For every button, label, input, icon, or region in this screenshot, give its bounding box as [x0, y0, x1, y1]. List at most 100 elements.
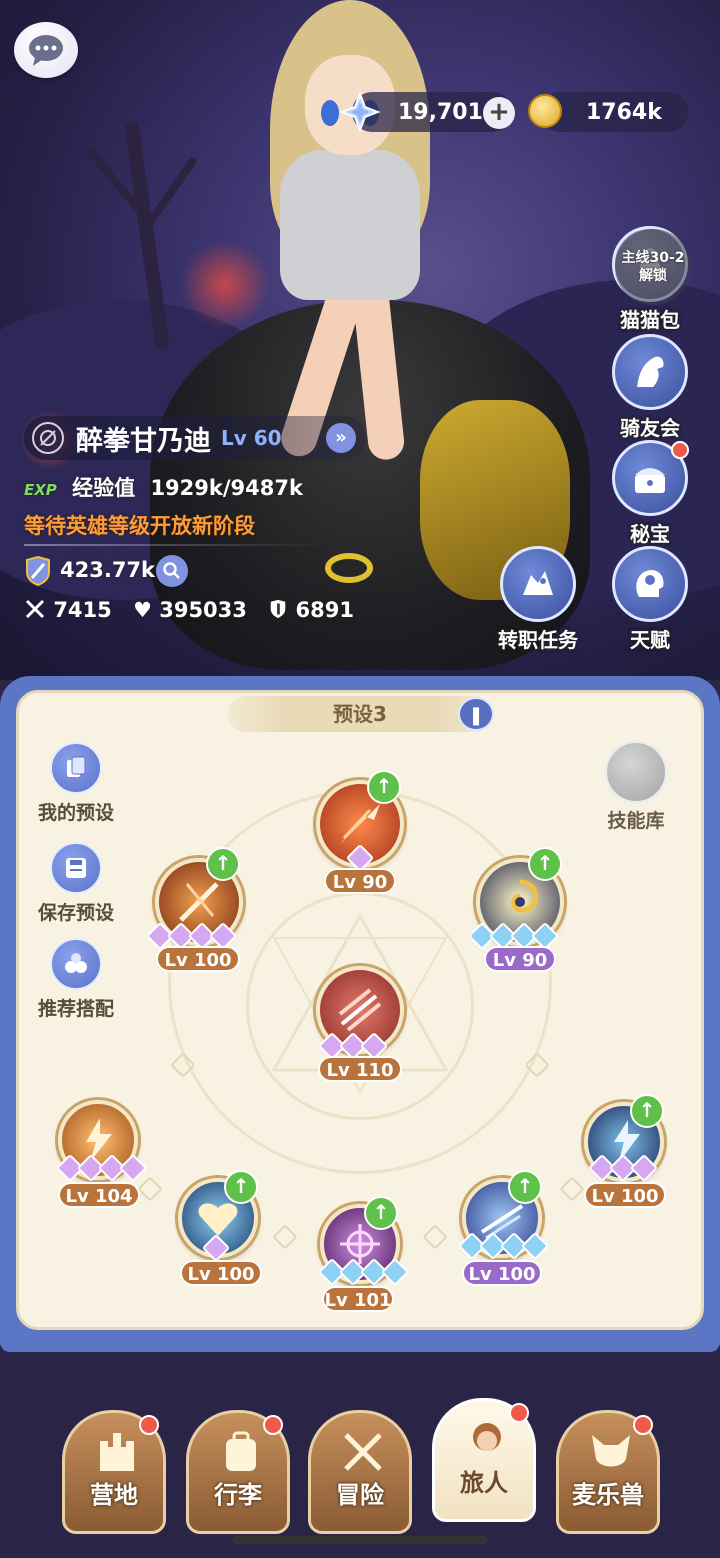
skill-level: Lv 100 [462, 1260, 542, 1286]
gold-counter: 1764k [540, 92, 688, 132]
skill-level: Lv 110 [318, 1056, 402, 1082]
chat-button[interactable] [14, 22, 78, 78]
skill-level: Lv 100 [156, 946, 240, 972]
home-indicator[interactable] [232, 1536, 488, 1544]
recommended-setup-button[interactable]: 推荐搭配 [30, 938, 122, 1021]
book-icon: ❚ [468, 705, 484, 726]
vortex-icon [511, 879, 538, 913]
treasure-chest-icon [635, 468, 665, 493]
side-menu-label: 秘宝 [630, 522, 670, 546]
brain-head-icon [636, 570, 664, 597]
backpack-icon [226, 1431, 256, 1471]
hero-name-plate: 醉拳甘乃迪 Lv 60 [24, 416, 366, 460]
hero-name: 醉拳甘乃迪 [76, 425, 211, 457]
notification-dot [671, 441, 689, 459]
skill-stars [317, 1031, 389, 1061]
bottom-navigation: 营地 行李 冒险 旅人 麦乐兽 [0, 1390, 720, 1558]
skill-level: Lv 104 [58, 1182, 140, 1208]
side-menu-label: 骑友会 [620, 416, 680, 440]
add-gems-button[interactable]: + [483, 97, 515, 129]
job-quest-label: 转职任务 [498, 628, 578, 652]
skill-stars [317, 1257, 410, 1287]
gear-combo-icon [65, 953, 87, 973]
castle-icon [100, 1433, 134, 1471]
crossed-swords-icon [344, 1433, 382, 1471]
unlock-hint: 主线30-2 解锁 [615, 229, 691, 305]
skill-level: Lv 100 [180, 1260, 262, 1286]
side-menu-label: 猫猫包 [620, 308, 680, 332]
skill-level: Lv 90 [484, 946, 556, 972]
moon-orb-icon [604, 740, 668, 804]
exp-value: 1929k/9487k [150, 476, 303, 500]
tab-pets[interactable]: 麦乐兽 [556, 1410, 660, 1534]
horse-head-icon [637, 356, 664, 387]
exp-label: 经验值 [72, 476, 136, 500]
save-disk-icon [66, 858, 86, 878]
tab-traveler[interactable]: 旅人 [432, 1398, 536, 1522]
attack-value: 7415 [53, 598, 112, 622]
crystal-gem-icon [340, 92, 380, 132]
skill-stars [55, 1153, 148, 1183]
skill-stars [467, 921, 560, 951]
upgrade-arrow-icon[interactable]: ↑ [364, 1196, 398, 1230]
tab-adventure[interactable]: 冒险 [308, 1410, 412, 1534]
upgrade-arrow-icon[interactable]: ↑ [224, 1170, 258, 1204]
traveler-portrait-icon [473, 1423, 501, 1451]
gold-value: 1764k [586, 99, 662, 125]
hp-value: 395033 [159, 598, 247, 622]
skill-stars [345, 843, 375, 873]
notification-dot [139, 1415, 159, 1435]
side-menu-talent[interactable]: 天赋 [604, 546, 696, 653]
hero-exp: EXP 经验值 1929k/9487k [24, 472, 303, 502]
defense-value: 6891 [295, 598, 354, 622]
upgrade-arrow-icon[interactable]: ↑ [528, 847, 562, 881]
skill-stars [201, 1233, 231, 1263]
hero-character [250, 0, 450, 470]
skill-level: Lv 90 [324, 868, 396, 894]
hero-detail-button[interactable]: » [326, 423, 356, 453]
skill-stars [457, 1231, 550, 1261]
skill-library-button[interactable]: 技能库 [598, 740, 674, 833]
chat-bubble-icon [29, 35, 63, 66]
notification-dot [509, 1403, 529, 1423]
skill-level: Lv 100 [584, 1182, 666, 1208]
crossed-blades-icon [179, 882, 219, 922]
hero-combat-stats: 7415 ♥ 395033 6891 [24, 598, 354, 622]
power-detail-button[interactable] [156, 555, 188, 587]
shield-icon [270, 599, 286, 619]
preset-book-button[interactable]: ❚ [458, 697, 494, 731]
side-menu-rider-club[interactable]: 骑友会 [604, 334, 696, 441]
save-preset-button[interactable]: 保存预设 [30, 842, 122, 925]
stage-notice: 等待英雄等级开放新阶段 [24, 514, 255, 538]
fox-pet-icon [592, 1435, 630, 1467]
notification-dot [263, 1415, 283, 1435]
upgrade-arrow-icon[interactable]: ↑ [630, 1094, 664, 1128]
upgrade-arrow-icon[interactable]: ↑ [206, 847, 240, 881]
tab-luggage[interactable]: 行李 [186, 1410, 290, 1534]
skill-stars [587, 1153, 659, 1183]
crossed-swords-icon [25, 599, 45, 619]
magnifier-icon [163, 562, 180, 579]
drunken-fist-class-icon [32, 422, 64, 454]
cards-icon [67, 756, 86, 777]
side-menu-label: 天赋 [630, 628, 670, 652]
dragon-emblem-icon [523, 571, 553, 595]
preset-name-bar[interactable]: 预设3 [228, 696, 492, 732]
heart-icon: ♥ [133, 598, 152, 622]
slash-strike-icon [340, 804, 380, 844]
shield-sword-icon [26, 556, 50, 586]
my-presets-button[interactable]: 我的预设 [30, 742, 122, 825]
tab-camp[interactable]: 营地 [62, 1410, 166, 1534]
skill-stars [145, 921, 238, 951]
upgrade-arrow-icon[interactable]: ↑ [367, 770, 401, 804]
gems-value: 19,701 [398, 99, 483, 125]
skill-level: Lv 101 [322, 1286, 394, 1312]
triple-arrow-icon [338, 988, 382, 1032]
side-menu-treasure[interactable]: 秘宝 [604, 440, 696, 547]
notification-dot [633, 1415, 653, 1435]
hero-level: Lv 60 [221, 426, 282, 450]
exp-tag: EXP [24, 481, 57, 499]
job-quest-button[interactable]: 转职任务 [492, 546, 584, 653]
side-menu-cat-bag[interactable]: 主线30-2 解锁 猫猫包 [604, 226, 696, 333]
upgrade-arrow-icon[interactable]: ↑ [508, 1170, 542, 1204]
